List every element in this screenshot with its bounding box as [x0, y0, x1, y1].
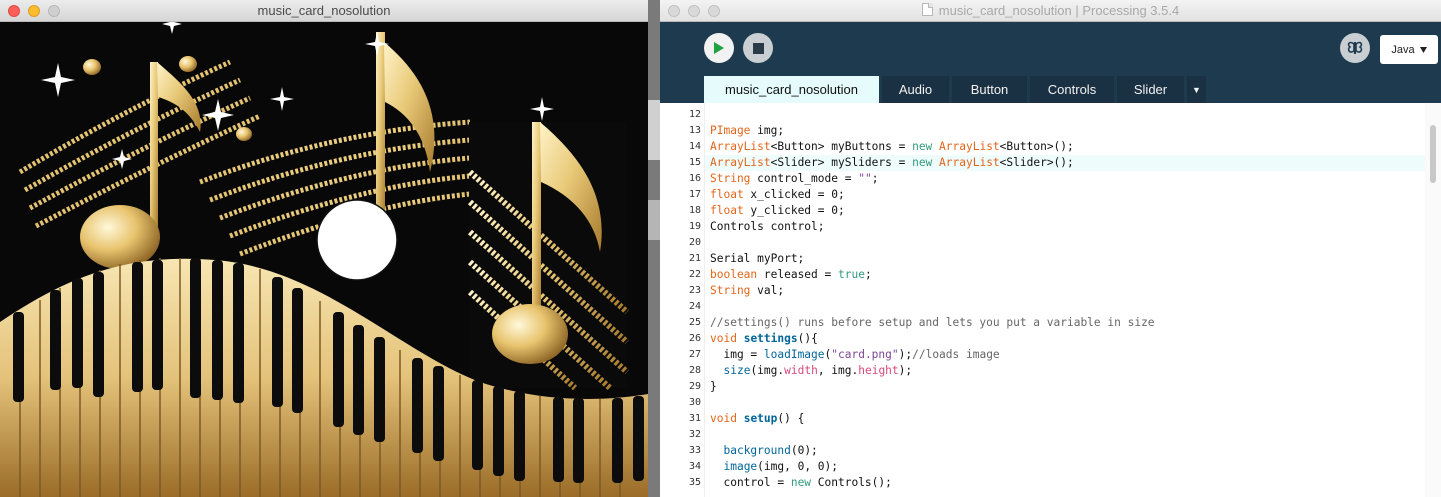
- code-line[interactable]: [705, 427, 1425, 443]
- line-number: 16: [688, 173, 701, 184]
- line-number: 22: [688, 269, 701, 280]
- background-window-fragment: [648, 200, 660, 240]
- code-editor[interactable]: 12 13 14 15 16 17 18 19 20 21 22 23 24 25 26 27 28 29 30 31…: [660, 103, 1441, 497]
- line-number: 15: [688, 157, 701, 168]
- document-icon: [921, 3, 933, 16]
- line-number-gutter: 12 13 14 15 16 17 18 19 20 21 22 23 24 25 26 27 28 29 30 31…: [660, 103, 705, 497]
- code-line[interactable]: boolean released = true;: [705, 267, 1425, 283]
- background-window-strip: [648, 0, 660, 497]
- line-number: 27: [688, 349, 701, 360]
- code-line[interactable]: background(0);: [705, 443, 1425, 459]
- mode-selector[interactable]: Java: [1380, 35, 1438, 64]
- sketch-tab-bar: music_card_nosolution Audio Button Contr…: [660, 76, 1441, 103]
- processing-ide-window: music_card_nosolution | Processing 3.5.4…: [660, 0, 1441, 497]
- code-line[interactable]: float y_clicked = 0;: [705, 203, 1425, 219]
- background-window-fragment: [648, 100, 660, 160]
- triangle-down-icon: [1419, 46, 1427, 53]
- stop-button[interactable]: [743, 33, 773, 63]
- music-card-image: [0, 22, 648, 497]
- line-number: 29: [688, 381, 701, 392]
- line-number: 21: [688, 253, 701, 264]
- code-line[interactable]: PImage img;: [705, 123, 1425, 139]
- sketch-window-title: music_card_nosolution: [257, 3, 391, 18]
- tab-slider[interactable]: Slider: [1117, 76, 1184, 103]
- sketch-canvas[interactable]: [0, 22, 648, 497]
- code-line[interactable]: control = new Controls();: [705, 475, 1425, 491]
- ide-titlebar: music_card_nosolution | Processing 3.5.4: [660, 0, 1441, 22]
- tab-music-card-nosolution[interactable]: music_card_nosolution: [704, 76, 879, 103]
- code-line[interactable]: [705, 395, 1425, 411]
- debugger-button[interactable]: [1340, 33, 1370, 63]
- ide-window-title: music_card_nosolution | Processing 3.5.4: [660, 3, 1441, 18]
- code-line[interactable]: String val;: [705, 283, 1425, 299]
- code-line[interactable]: size(img.width, img.height);: [705, 363, 1425, 379]
- code-line[interactable]: image(img, 0, 0);: [705, 459, 1425, 475]
- code-line[interactable]: String control_mode = "";: [705, 171, 1425, 187]
- sketch-titlebar: music_card_nosolution: [0, 0, 648, 22]
- line-number: 31: [688, 413, 701, 424]
- code-line[interactable]: //settings() runs before setup and lets …: [705, 315, 1425, 331]
- tab-audio[interactable]: Audio: [882, 76, 949, 103]
- line-number: 28: [688, 365, 701, 376]
- tab-button[interactable]: Button: [952, 76, 1027, 103]
- line-number: 17: [688, 189, 701, 200]
- mode-label: Java: [1391, 43, 1415, 56]
- line-number: 13: [688, 125, 701, 136]
- ide-toolbar: Java: [660, 22, 1441, 77]
- line-number: 33: [688, 445, 701, 456]
- code-line[interactable]: img = loadImage("card.png");//loads imag…: [705, 347, 1425, 363]
- line-number: 20: [688, 237, 701, 248]
- line-number: 25: [688, 317, 701, 328]
- play-icon: [714, 42, 724, 54]
- line-number: 26: [688, 333, 701, 344]
- line-number: 23: [688, 285, 701, 296]
- sketch-window: music_card_nosolution: [0, 0, 648, 497]
- code-line[interactable]: ArrayList<Slider> mySliders = new ArrayL…: [705, 155, 1425, 171]
- line-number: 24: [688, 301, 701, 312]
- code-line[interactable]: Controls control;: [705, 219, 1425, 235]
- butterfly-debugger-icon: [1347, 41, 1363, 54]
- line-number: 19: [688, 221, 701, 232]
- code-line[interactable]: void setup() {: [705, 411, 1425, 427]
- code-line[interactable]: [705, 299, 1425, 315]
- line-number: 30: [688, 397, 701, 408]
- code-line[interactable]: ArrayList<Button> myButtons = new ArrayL…: [705, 139, 1425, 155]
- line-number: 12: [688, 109, 701, 120]
- code-line[interactable]: void settings(){: [705, 331, 1425, 347]
- code-line[interactable]: Serial myPort;: [705, 251, 1425, 267]
- line-number: 32: [688, 429, 701, 440]
- editor-scrollbar[interactable]: [1425, 103, 1441, 497]
- line-number: 14: [688, 141, 701, 152]
- code-line[interactable]: [705, 107, 1425, 123]
- tab-menu-dropdown[interactable]: ▼: [1187, 76, 1206, 103]
- scrollbar-thumb[interactable]: [1430, 125, 1436, 183]
- stop-icon: [752, 42, 764, 54]
- code-line[interactable]: [705, 235, 1425, 251]
- code-line[interactable]: float x_clicked = 0;: [705, 187, 1425, 203]
- tab-controls[interactable]: Controls: [1030, 76, 1114, 103]
- line-number: 18: [688, 205, 701, 216]
- code-text-area[interactable]: PImage img; ArrayList<Button> myButtons =…: [705, 103, 1425, 497]
- line-number: 34: [688, 461, 701, 472]
- code-line[interactable]: }: [705, 379, 1425, 395]
- run-button[interactable]: [704, 33, 734, 63]
- white-circle-marker: [316, 199, 398, 281]
- line-number: 35: [688, 477, 701, 488]
